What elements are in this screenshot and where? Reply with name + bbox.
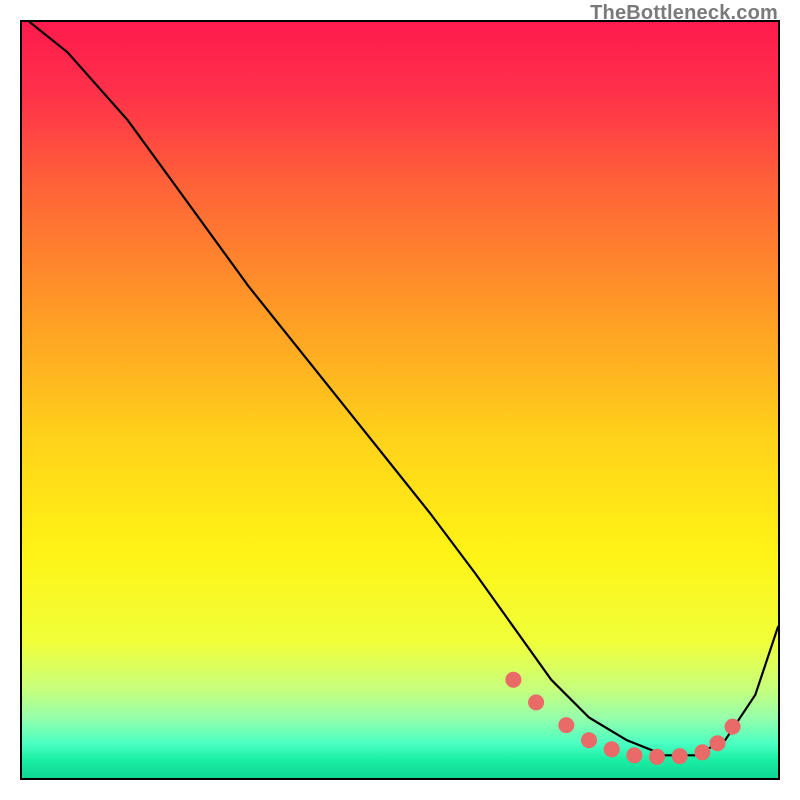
chart-svg xyxy=(22,22,778,778)
highlight-dot xyxy=(505,672,521,688)
chart-container: TheBottleneck.com xyxy=(0,0,800,800)
highlight-dot xyxy=(528,694,544,710)
highlight-dot xyxy=(604,741,620,757)
highlight-dot xyxy=(649,749,665,765)
gradient-background xyxy=(22,22,778,778)
highlight-dot xyxy=(558,717,574,733)
highlight-dot xyxy=(581,732,597,748)
watermark-label: TheBottleneck.com xyxy=(590,2,778,25)
plot-area xyxy=(20,20,780,780)
highlight-dot xyxy=(710,735,726,751)
highlight-dot xyxy=(694,744,710,760)
highlight-dot xyxy=(672,748,688,764)
highlight-dot xyxy=(626,747,642,763)
highlight-dot xyxy=(725,719,741,735)
